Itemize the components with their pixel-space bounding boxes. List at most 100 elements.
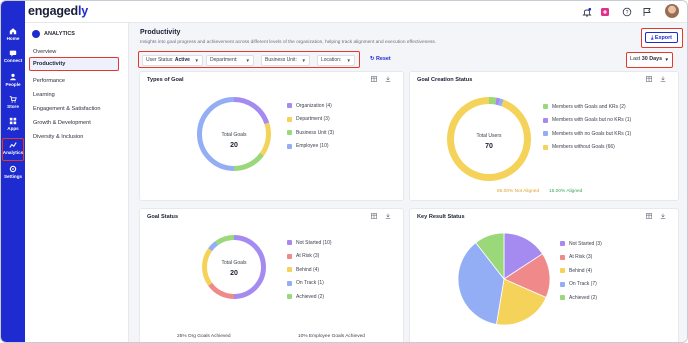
nav-rail: Home Connect People Store Apps Analytics… xyxy=(1,1,25,342)
download-icon[interactable] xyxy=(660,76,666,82)
card-title: Goal Status xyxy=(147,214,179,220)
table-view-icon[interactable] xyxy=(646,213,652,219)
center-value: 70 xyxy=(485,143,493,150)
analytics-submenu: ANALYTICS Overview Productivity Performa… xyxy=(25,23,129,342)
rail-item-settings[interactable]: Settings xyxy=(1,165,25,179)
donut-segment-business-unit[interactable] xyxy=(233,152,264,171)
analytics-dot-icon xyxy=(32,30,40,38)
donut-segment-members-with-goals-and-krs[interactable] xyxy=(488,97,497,105)
table-view-icon[interactable] xyxy=(371,213,377,219)
legend-item: At Risk (3) xyxy=(287,250,332,264)
donut-segment-members-without-goals[interactable] xyxy=(447,97,531,181)
donut-segment-at-risk[interactable] xyxy=(208,282,235,299)
legend-item: Members without Goals (66) xyxy=(543,141,631,155)
donut-segment-members-with-goals-but-no-krs[interactable] xyxy=(495,97,501,106)
submenu-item-overview[interactable]: Overview xyxy=(33,49,56,55)
help-icon[interactable]: ? xyxy=(622,7,632,17)
chevron-down-icon: ▼ xyxy=(245,58,250,63)
rail-item-connect[interactable]: Connect xyxy=(1,49,25,63)
download-icon[interactable] xyxy=(385,76,391,82)
settings-icon xyxy=(9,165,17,173)
table-view-icon[interactable] xyxy=(646,76,652,82)
rail-item-home[interactable]: Home xyxy=(1,27,25,41)
donut-segment-not-started[interactable] xyxy=(233,235,266,299)
rail-item-apps[interactable]: Apps xyxy=(1,117,25,131)
submenu-item-growth[interactable]: Growth & Development xyxy=(33,120,91,126)
card-goal-status: Goal Status Total Goals 20 Not Started (… xyxy=(139,208,404,342)
main-content: Productivity Insights into goal progress… xyxy=(129,23,687,342)
donut-segment-on-track[interactable] xyxy=(208,241,219,252)
app-logo[interactable]: engagedly xyxy=(28,4,88,18)
legend: Members with Goals and KRs (2) Members w… xyxy=(543,100,631,154)
donut-segment-members-with-no-goals-but-krs[interactable] xyxy=(498,98,504,107)
submenu-item-performance[interactable]: Performance xyxy=(33,78,65,84)
legend-item: Members with Goals but no KRs (1) xyxy=(543,114,631,128)
top-bar: engagedly ? xyxy=(25,1,687,23)
home-icon xyxy=(9,28,17,35)
chevron-down-icon: ▼ xyxy=(346,58,351,63)
donut-segment-behind[interactable] xyxy=(202,248,213,286)
card-key-result-status: Key Result Status Not Started (3) At Ris… xyxy=(409,208,679,342)
rail-label: Home xyxy=(6,36,20,41)
legend-item: Achieved (2) xyxy=(287,290,332,304)
card-title: Types of Goal xyxy=(147,77,184,83)
app-window: Home Connect People Store Apps Analytics… xyxy=(0,0,688,343)
legend-item: Department (3) xyxy=(287,113,334,127)
table-view-icon[interactable] xyxy=(371,76,377,82)
legend-item: Achieved (2) xyxy=(560,291,602,305)
page-subtitle: Insights into goal progress and achievem… xyxy=(140,40,437,45)
submenu-item-engagement[interactable]: Engagement & Satisfaction xyxy=(33,106,100,112)
pie-key-result xyxy=(457,232,551,326)
reset-button[interactable]: ↻ Reset xyxy=(370,56,391,62)
analytics-highlight xyxy=(2,138,24,161)
download-icon[interactable] xyxy=(660,213,666,219)
submenu-item-learning[interactable]: Learning xyxy=(33,92,55,98)
chevron-down-icon: ▼ xyxy=(301,58,306,63)
filter-bar: User Status: Active ▼ Department: ▼ Busine… xyxy=(138,51,360,68)
page-title: Productivity xyxy=(140,29,181,36)
filter-user-status[interactable]: User Status: Active ▼ xyxy=(142,55,203,66)
filter-department[interactable]: Department: ▼ xyxy=(206,55,254,66)
submenu-item-diversity[interactable]: Diversity & Inclusion xyxy=(33,134,83,140)
plus-icon[interactable] xyxy=(600,7,610,17)
center-value: 20 xyxy=(230,142,238,149)
legend-item: Not Started (10) xyxy=(287,236,332,250)
chevron-down-icon: ▼ xyxy=(664,57,669,62)
connect-icon xyxy=(9,50,17,57)
donut-segment-department[interactable] xyxy=(259,122,271,156)
rail-item-store[interactable]: Store xyxy=(1,95,25,109)
center-value: 20 xyxy=(230,270,238,277)
flag-icon[interactable] xyxy=(642,7,652,17)
submenu-item-productivity[interactable]: Productivity xyxy=(29,57,119,71)
rail-item-people[interactable]: People xyxy=(1,73,25,87)
bell-icon[interactable] xyxy=(582,7,592,17)
card-title: Key Result Status xyxy=(417,214,465,220)
donut-segment-achieved[interactable] xyxy=(215,235,235,246)
people-icon xyxy=(10,73,16,81)
not-aligned-text: 85.00% Not Aligned xyxy=(497,189,540,194)
rail-label: Connect xyxy=(3,58,23,63)
chevron-down-icon: ▼ xyxy=(194,58,199,63)
legend-item: Not Started (3) xyxy=(560,237,602,251)
legend-item: On Track (1) xyxy=(287,277,332,291)
export-button[interactable]: ⤓ Export xyxy=(645,32,678,43)
donut-goal-creation xyxy=(447,97,531,181)
avatar[interactable] xyxy=(665,4,679,18)
legend: Not Started (10) At Risk (3) Behind (4) … xyxy=(287,236,332,304)
download-icon[interactable] xyxy=(385,213,391,219)
legend-item: On Track (7) xyxy=(560,278,602,292)
date-range-select[interactable]: Last 30 Days ▼ xyxy=(626,52,673,68)
filter-business-unit[interactable]: Business Unit: ▼ xyxy=(261,55,310,66)
submenu-header: ANALYTICS xyxy=(32,30,75,38)
apps-icon xyxy=(9,117,17,125)
rail-label: Settings xyxy=(3,174,23,179)
legend-item: Members with Goals and KRs (2) xyxy=(543,100,631,114)
svg-text:?: ? xyxy=(626,10,629,16)
store-icon xyxy=(9,96,17,103)
filter-location[interactable]: Location: ▼ xyxy=(317,55,355,66)
card-types-of-goal: Types of Goal Total Goals 20 Organizatio… xyxy=(139,71,404,201)
donut-goal-status xyxy=(202,235,266,299)
donut-segment-organization[interactable] xyxy=(233,97,270,125)
legend-item: Behind (4) xyxy=(560,264,602,278)
legend-item: Business Unit (3) xyxy=(287,126,334,140)
